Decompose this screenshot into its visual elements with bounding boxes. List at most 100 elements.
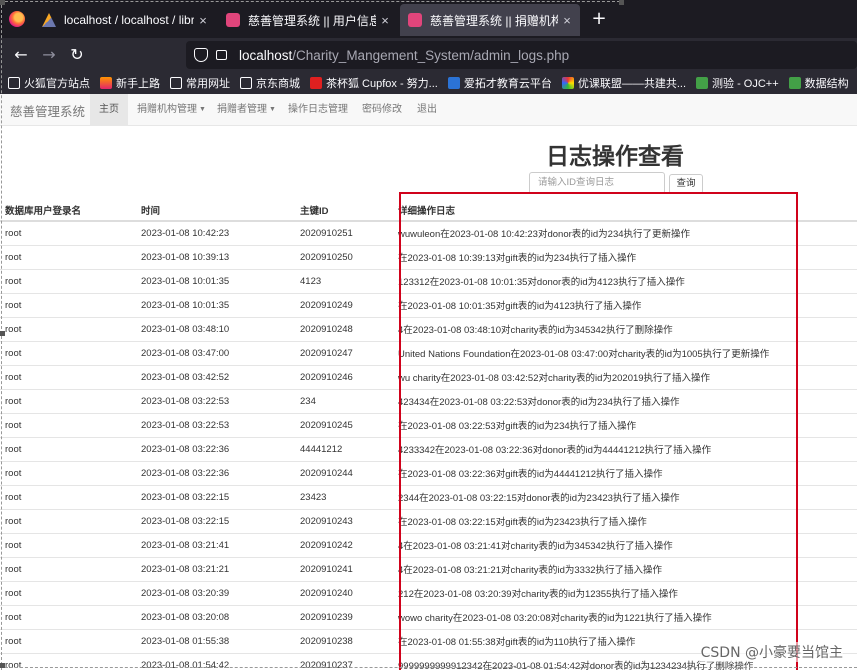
cell-log-detail: 4在2023-01-08 03:21:21对charity表的id为3332执行… — [396, 556, 857, 581]
nav-logout[interactable]: 退出 — [408, 94, 446, 125]
cell-log-detail: 4在2023-01-08 03:48:10对charity表的id为345342… — [396, 316, 857, 341]
cell-log-detail: United Nations Foundation在2023-01-08 03:… — [396, 340, 857, 365]
bookmark-label: 京东商城 — [256, 78, 300, 90]
bookmark-item[interactable]: 常用网址 — [170, 75, 230, 91]
cell-username: root — [0, 388, 136, 413]
cell-time: 2023-01-08 03:20:39 — [136, 580, 295, 605]
bookmark-item[interactable]: 数据结构 — [788, 75, 849, 91]
resize-handle[interactable] — [0, 331, 5, 336]
address-bar[interactable]: localhost/Charity_Mangement_System/admin… — [186, 41, 857, 69]
nav-operation-logs[interactable]: 操作日志管理 — [279, 94, 357, 125]
cell-username: root — [0, 556, 136, 581]
cell-username: root — [0, 628, 136, 653]
table-row: root 2023-01-08 10:42:23 2020910251 wuwuleo… — [0, 220, 857, 245]
cell-primary-id: 2020910244 — [295, 460, 396, 485]
cell-username: root — [0, 436, 136, 461]
resize-handle[interactable] — [0, 0, 5, 5]
charity-site-icon — [226, 13, 240, 27]
cell-log-detail: 4233342在2023-01-08 03:22:36对donor表的id为44… — [396, 436, 857, 461]
logs-table: 数据库用户登录名 时间 主键ID 详细操作日志 root 2023-01-08 1… — [0, 199, 857, 670]
bookmark-item[interactable]: 火狐官方站点 — [8, 75, 90, 91]
bookmark-label: 优课联盟——共建共... — [577, 78, 687, 90]
table-row: root 2023-01-08 03:22:53 2020910245 在2023-0… — [0, 412, 857, 437]
tab-label: 慈善管理系统 || 捐赠机构管理 — [430, 13, 558, 28]
oj-icon — [696, 77, 709, 89]
cell-time: 2023-01-08 10:01:35 — [136, 268, 295, 293]
page-info-icon[interactable] — [216, 50, 227, 60]
resize-handle[interactable] — [0, 663, 5, 668]
cell-username: root — [0, 604, 136, 629]
selection-border — [0, 667, 857, 668]
firefox-icon — [100, 77, 112, 89]
nav-home[interactable]: 主页 — [90, 94, 128, 125]
tab-phpmyadmin[interactable]: localhost / localhost / library × — [34, 4, 216, 36]
site-brand[interactable]: 慈善管理系统 — [10, 101, 85, 120]
cell-primary-id: 2020910251 — [295, 220, 396, 245]
table-row: root 2023-01-08 03:22:15 2020910243 在2023-0… — [0, 508, 857, 533]
bookmark-item[interactable]: 京东商城 — [240, 75, 300, 91]
bookmark-item[interactable]: 优课联盟——共建共... — [561, 75, 687, 91]
charity-site-icon — [408, 13, 422, 27]
table-row: root 2023-01-08 03:20:39 2020910240 212在202… — [0, 580, 857, 605]
table-row: root 2023-01-08 03:47:00 2020910247 United … — [0, 340, 857, 365]
close-icon[interactable]: × — [376, 13, 394, 28]
caret-down-icon: ▼ — [199, 106, 206, 113]
cell-time: 2023-01-08 03:48:10 — [136, 316, 295, 341]
selection-border — [0, 1, 620, 2]
column-header: 时间 — [136, 199, 295, 222]
bookmark-label: 数据结构 — [804, 78, 849, 90]
cell-log-detail: 在2023-01-08 03:22:15对gift表的id为23423执行了插入… — [396, 508, 857, 533]
bookmark-item[interactable]: 测验 - OJC++ — [696, 75, 779, 91]
log-search-input[interactable]: 请输入ID查询日志 — [529, 172, 665, 194]
edu-cloud-icon — [447, 77, 460, 89]
cell-username: root — [0, 244, 136, 269]
cell-log-detail: 423434在2023-01-08 03:22:53对donor表的id为234… — [396, 388, 857, 413]
bookmark-item[interactable]: 茶杯狐 Cupfox - 努力... — [310, 75, 438, 91]
nav-charity-management[interactable]: 捐赠机构管理 ▼ — [128, 94, 215, 125]
cell-time: 2023-01-08 03:21:41 — [136, 532, 295, 557]
table-header-row: 数据库用户登录名 时间 主键ID 详细操作日志 — [0, 199, 857, 222]
cell-log-detail: wu charity在2023-01-08 03:42:52对charity表的… — [396, 364, 857, 389]
cell-username: root — [0, 532, 136, 557]
cell-primary-id: 2020910250 — [295, 244, 396, 269]
back-arrow-icon[interactable]: ← — [10, 44, 32, 66]
browser-tab-bar: localhost / localhost / library × 慈善管理系统… — [0, 0, 857, 38]
nav-change-password[interactable]: 密码修改 — [353, 94, 411, 125]
cell-log-detail: 212在2023-01-08 03:20:39对charity表的id为1235… — [396, 580, 857, 605]
cell-username: root — [0, 580, 136, 605]
table-row: root 2023-01-08 03:48:10 2020910248 4在2023-… — [0, 316, 857, 341]
cell-log-detail: 123312在2023-01-08 10:01:35对donor表的id为412… — [396, 268, 857, 293]
cell-primary-id: 2020910243 — [295, 508, 396, 533]
forward-arrow-icon[interactable]: → — [38, 44, 60, 66]
cupfox-icon — [310, 77, 322, 89]
cell-username: root — [0, 364, 136, 389]
close-icon[interactable]: × — [194, 13, 212, 28]
reload-icon[interactable]: ↻ — [66, 44, 88, 66]
bookmark-item[interactable]: 爱拓才教育云平台 — [447, 75, 552, 91]
tab-charity-management[interactable]: 慈善管理系统 || 捐赠机构管理 × — [400, 4, 580, 36]
close-icon[interactable]: × — [558, 13, 576, 28]
cell-log-detail: wuwuleon在2023-01-08 10:42:23对donor表的id为2… — [396, 220, 857, 245]
shield-icon[interactable] — [194, 48, 208, 62]
bookmark-label: 新手上路 — [116, 78, 160, 90]
oj-icon — [788, 77, 801, 89]
cell-time: 2023-01-08 10:39:13 — [136, 244, 295, 269]
caret-down-icon: ▼ — [269, 106, 276, 113]
browser-nav-bar: ← → ↻ localhost/Charity_Mangement_System… — [0, 38, 857, 72]
search-button[interactable]: 查询 — [669, 174, 703, 194]
firefox-menu-button[interactable] — [0, 0, 34, 38]
cell-time: 2023-01-08 03:21:21 — [136, 556, 295, 581]
table-row: root 2023-01-08 10:01:35 2020910249 在2023-0… — [0, 292, 857, 317]
new-tab-button[interactable]: + — [588, 8, 610, 29]
resize-handle[interactable] — [619, 0, 624, 5]
cell-log-detail: 在2023-01-08 10:39:13对gift表的id为234执行了插入操作 — [396, 244, 857, 269]
table-row: root 2023-01-08 03:42:52 2020910246 wu char… — [0, 364, 857, 389]
bookmark-item[interactable]: 新手上路 — [100, 75, 160, 91]
cell-time: 2023-01-08 03:22:15 — [136, 484, 295, 509]
nav-donor-management[interactable]: 捐赠者管理 ▼ — [208, 94, 285, 125]
tab-user-info[interactable]: 慈善管理系统 || 用户信息 × — [218, 4, 398, 36]
cell-primary-id: 4123 — [295, 268, 396, 293]
bookmark-label: 测验 - OJC++ — [712, 78, 779, 90]
folder-icon — [170, 77, 182, 89]
cell-primary-id: 2020910240 — [295, 580, 396, 605]
